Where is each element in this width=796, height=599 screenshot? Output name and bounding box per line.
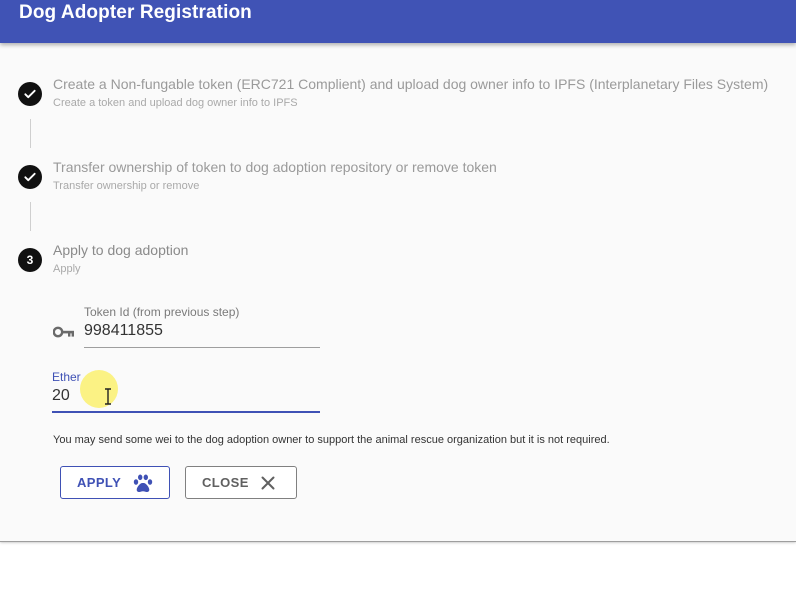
- app-title: Dog Adopter Registration: [19, 2, 252, 23]
- step-3-title: Apply to dog adoption: [53, 242, 189, 258]
- apply-button[interactable]: APPLY: [60, 466, 170, 499]
- apply-button-label: APPLY: [77, 475, 122, 490]
- paw-icon: [133, 474, 153, 493]
- ether-input[interactable]: 20: [52, 387, 70, 405]
- ether-label: Ether: [52, 370, 81, 384]
- cursor-highlight: [80, 370, 118, 408]
- step-connector: [30, 119, 31, 148]
- token-id-input[interactable]: 998411855: [84, 322, 163, 340]
- panel-divider: [0, 541, 796, 542]
- step-1-subtitle: Create a token and upload dog owner info…: [53, 97, 298, 109]
- close-button[interactable]: CLOSE: [185, 466, 297, 499]
- step-1-title[interactable]: Create a Non-fungable token (ERC721 Comp…: [53, 76, 768, 92]
- step-3-number-badge: 3: [18, 248, 42, 272]
- text-cursor-icon: [105, 388, 111, 405]
- step-3-number: 3: [26, 253, 34, 267]
- step-connector: [30, 202, 31, 231]
- close-button-label: CLOSE: [202, 475, 249, 490]
- token-id-underline: [84, 347, 320, 348]
- step-1-check-icon[interactable]: [18, 82, 42, 106]
- step-3-subtitle: Apply: [53, 263, 81, 275]
- key-icon: [53, 326, 74, 338]
- ether-underline: [52, 411, 320, 413]
- close-icon: [261, 476, 275, 490]
- step-2-title[interactable]: Transfer ownership of token to dog adopt…: [53, 159, 497, 175]
- app-bar: Dog Adopter Registration: [0, 0, 796, 43]
- helper-text: You may send some wei to the dog adoptio…: [53, 434, 610, 446]
- step-2-check-icon[interactable]: [18, 165, 42, 189]
- token-id-label: Token Id (from previous step): [84, 305, 240, 319]
- step-2-subtitle: Transfer ownership or remove: [53, 180, 200, 192]
